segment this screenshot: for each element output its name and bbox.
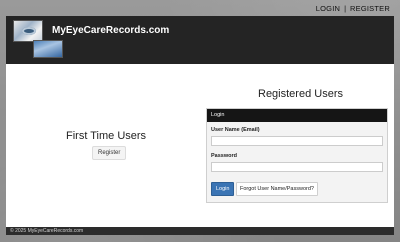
password-label: Password [211, 153, 237, 159]
main-content: First Time Users Register Registered Use… [6, 64, 394, 227]
eye-logo-image [13, 20, 43, 42]
password-input[interactable] [211, 162, 383, 172]
login-link[interactable]: LOGIN [316, 4, 340, 13]
registered-users-heading: Registered Users [258, 88, 343, 100]
login-panel-title: Login [207, 109, 387, 122]
register-link[interactable]: REGISTER [350, 4, 390, 13]
login-panel: Login User Name (Email) Password Login F… [206, 108, 388, 203]
nav-separator: | [344, 3, 347, 13]
footer: © 2025 MyEyeCareRecords.com [6, 227, 394, 235]
site-title[interactable]: MyEyeCareRecords.com [52, 25, 169, 36]
footer-copyright: © 2025 MyEyeCareRecords.com [10, 228, 84, 234]
username-label: User Name (Email) [211, 127, 260, 133]
first-time-users-heading: First Time Users [66, 130, 147, 142]
eye-icon [22, 27, 36, 35]
logo-photo [33, 40, 63, 58]
top-navigation: LOGIN | REGISTER [0, 0, 400, 16]
register-button[interactable]: Register [92, 146, 127, 160]
site-header: MyEyeCareRecords.com [6, 16, 394, 64]
forgot-credentials-button[interactable]: Forgot User Name/Password? [236, 182, 318, 196]
username-input[interactable] [211, 136, 383, 146]
login-button[interactable]: Login [211, 182, 235, 196]
